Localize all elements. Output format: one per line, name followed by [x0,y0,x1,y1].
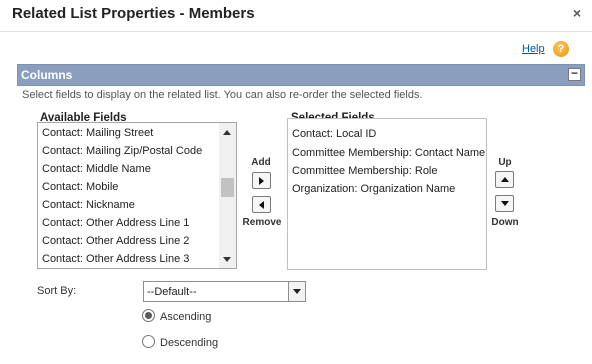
list-item[interactable]: Contact: Local ID [292,128,376,140]
list-item[interactable]: Contact: Mailing Street [42,127,153,139]
columns-section-title: Columns [21,68,73,82]
sort-by-select[interactable]: --Default-- [143,281,306,302]
sort-by-label: Sort By: [37,285,77,297]
help-link[interactable]: Help [522,43,545,55]
dialog-title: Related List Properties - Members [12,5,255,22]
available-fields-list[interactable]: Contact: Mailing Street Contact: Mailing… [37,122,237,269]
scroll-down-icon[interactable] [223,257,231,262]
scroll-thumb[interactable] [221,178,234,197]
move-down-button[interactable] [495,195,514,212]
list-item[interactable]: Contact: Other Address Line 2 [42,235,189,247]
descending-radio[interactable] [142,335,155,348]
ascending-radio[interactable] [142,309,155,322]
scroll-up-icon[interactable] [223,130,231,135]
list-item[interactable]: Organization: Organization Name [292,183,455,195]
remove-label: Remove [242,217,282,228]
list-item[interactable]: Contact: Other Address Line 1 [42,217,189,229]
up-label: Up [498,157,512,168]
list-item[interactable]: Committee Membership: Contact Name [292,147,485,159]
remove-button[interactable] [252,196,271,213]
add-button[interactable] [252,172,271,189]
sort-by-value: --Default-- [147,286,197,298]
columns-section-header: Columns − [17,64,585,86]
down-label: Down [491,217,519,228]
list-item[interactable]: Contact: Other Address Line 3 [42,253,189,265]
list-item[interactable]: Contact: Mailing Zip/Postal Code [42,145,202,157]
list-item[interactable]: Contact: Nickname [42,199,135,211]
add-label: Add [251,157,271,168]
close-icon[interactable]: × [570,6,584,20]
available-fields-scrollbar[interactable] [219,123,236,268]
list-item[interactable]: Contact: Mobile [42,181,118,193]
chevron-down-icon[interactable] [288,282,305,301]
dialog-titlebar: Related List Properties - Members × [0,0,592,32]
list-item[interactable]: Contact: Middle Name [42,163,151,175]
columns-instructions: Select fields to display on the related … [22,89,423,101]
collapse-icon[interactable]: − [568,67,581,81]
ascending-label: Ascending [160,311,212,323]
selected-fields-list[interactable]: Contact: Local ID Committee Membership: … [287,118,487,270]
descending-label: Descending [160,337,219,349]
help-icon[interactable]: ? [553,41,569,57]
list-item[interactable]: Committee Membership: Role [292,165,438,177]
move-up-button[interactable] [495,171,514,188]
